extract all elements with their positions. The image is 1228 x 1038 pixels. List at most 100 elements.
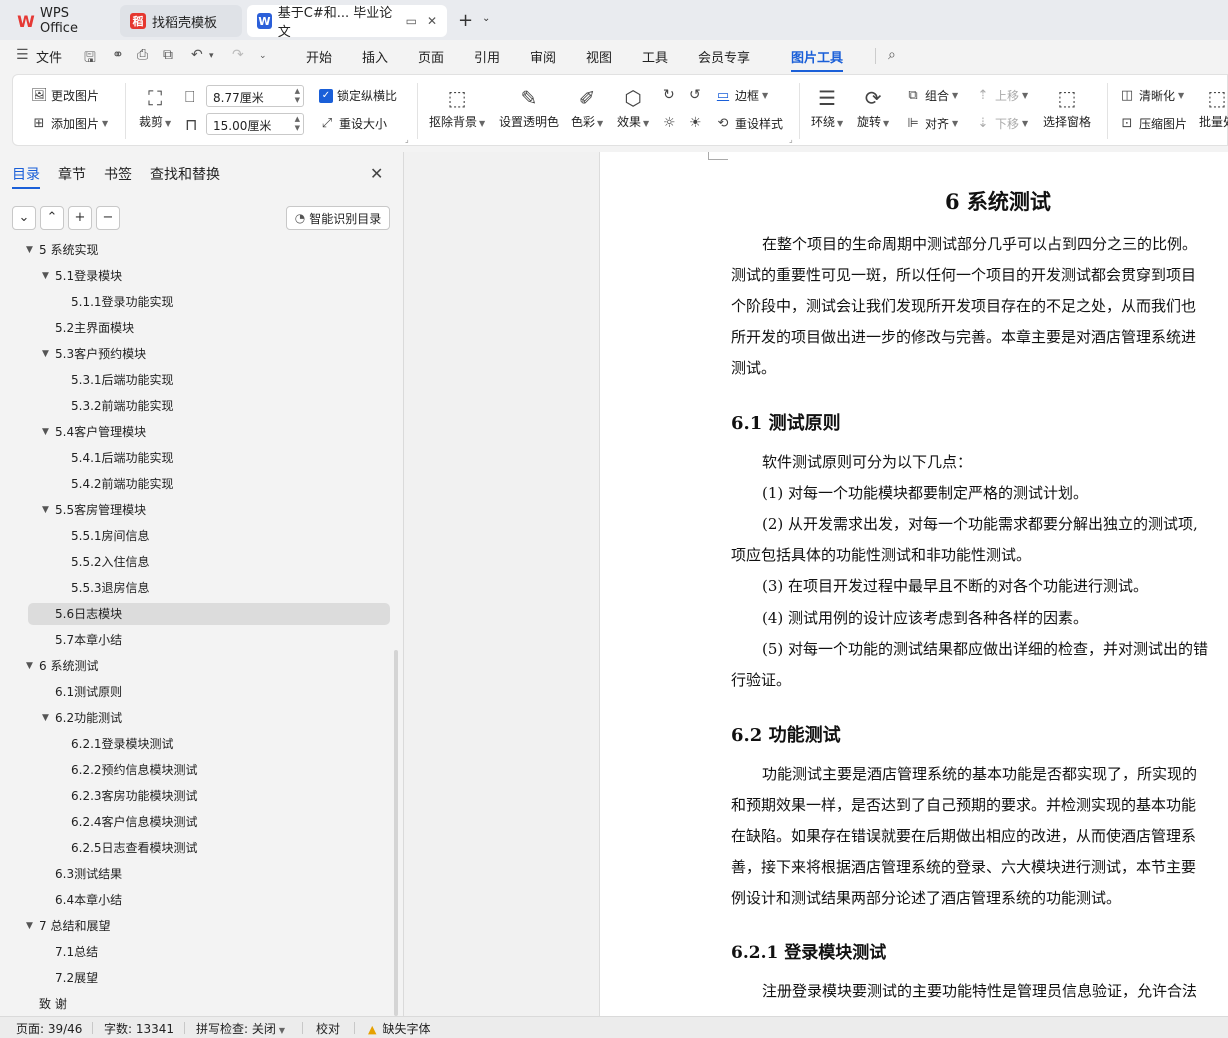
effects-button[interactable]: ⬡ 效果 ▼ bbox=[617, 83, 649, 130]
toc-item[interactable]: 5.3.2前端功能实现 bbox=[71, 395, 174, 417]
toc-item[interactable]: 6.2功能测试 bbox=[55, 707, 122, 729]
tab-sections[interactable]: 章节 bbox=[58, 164, 86, 184]
toc-item[interactable]: 6.2.4客户信息模块测试 bbox=[71, 811, 198, 833]
toc-item[interactable]: 6.2.3客房功能模块测试 bbox=[71, 785, 198, 807]
expand-down-button[interactable]: ⌄ bbox=[12, 206, 36, 230]
menu-member[interactable]: 会员专享 bbox=[698, 47, 750, 66]
crop-button[interactable]: ⛶ 裁剪 ▼ bbox=[139, 83, 171, 130]
remove-heading-button[interactable]: − bbox=[96, 206, 120, 230]
toc-item[interactable]: 5.1登录模块 bbox=[55, 265, 122, 287]
batch-process-button[interactable]: ⬚ 批量处 bbox=[1199, 83, 1228, 130]
toc-expand-toggle-icon[interactable]: ▼ bbox=[26, 242, 33, 261]
new-tab-menu-icon[interactable]: ⌄ bbox=[482, 13, 490, 24]
undo-dropdown-icon[interactable]: ▾ bbox=[209, 51, 214, 61]
reset-size-button[interactable]: ⤢ 重设大小 bbox=[319, 115, 387, 132]
toc-scrollbar[interactable] bbox=[394, 650, 398, 1016]
save-icon[interactable]: 🖫 bbox=[84, 47, 96, 71]
dialog-launcher-icon[interactable]: ⌟ bbox=[405, 135, 409, 144]
toc-item[interactable]: 5.2主界面模块 bbox=[55, 317, 134, 339]
toc-item[interactable]: 7.1总结 bbox=[55, 941, 98, 963]
group-button[interactable]: ⧉ 组合 ▼ bbox=[905, 87, 958, 104]
toc-item[interactable]: 6.1测试原则 bbox=[55, 681, 122, 703]
new-tab-button[interactable]: + bbox=[458, 10, 473, 31]
close-tab-icon[interactable]: ✕ bbox=[427, 14, 437, 28]
collapse-up-button[interactable]: ⌃ bbox=[40, 206, 64, 230]
toc-expand-toggle-icon[interactable]: ▼ bbox=[42, 265, 49, 287]
brightness-up-icon[interactable]: ☼ bbox=[663, 115, 676, 131]
color-button[interactable]: ✐ 色彩 ▼ bbox=[571, 83, 603, 130]
set-transparent-button[interactable]: ✎ 设置透明色 bbox=[499, 83, 559, 130]
menu-picture-tools[interactable]: 图片工具 bbox=[791, 47, 844, 72]
move-up-button[interactable]: ⇡ 上移 ▼ bbox=[975, 87, 1029, 104]
height-input[interactable]: 15.00厘米 ▲ ▼ bbox=[206, 113, 304, 135]
page-count[interactable]: 页面: 39/46 bbox=[16, 1020, 82, 1037]
more-quick-access-icon[interactable]: ⌄ bbox=[259, 51, 267, 61]
proofread-button[interactable]: 校对 bbox=[316, 1020, 340, 1037]
redo-icon[interactable]: ↷ bbox=[232, 47, 244, 63]
toc-expand-toggle-icon[interactable]: ▼ bbox=[26, 655, 33, 677]
search-icon[interactable]: ⌕ bbox=[888, 47, 896, 63]
spin-arrows-icon[interactable]: ▲ ▼ bbox=[295, 115, 300, 133]
toc-expand-toggle-icon[interactable]: ▼ bbox=[42, 499, 49, 521]
toc-item[interactable]: 5.3.1后端功能实现 bbox=[71, 369, 174, 391]
tab-find-replace[interactable]: 查找和替换 bbox=[150, 164, 220, 184]
tab-wps-office[interactable]: W WPS Office bbox=[8, 5, 114, 37]
close-icon[interactable]: ✕ bbox=[370, 164, 383, 183]
add-image-button[interactable]: ⊞ 添加图片 ▼ bbox=[31, 115, 109, 132]
menu-insert[interactable]: 插入 bbox=[362, 47, 388, 66]
window-mode-icon[interactable]: ▭ bbox=[406, 14, 417, 28]
menu-start[interactable]: 开始 bbox=[306, 47, 332, 66]
tab-template[interactable]: 稻 找稻壳模板 bbox=[120, 5, 242, 37]
toc-item[interactable]: 5.3客户预约模块 bbox=[55, 343, 146, 365]
hamburger-menu-icon[interactable]: ☰ bbox=[16, 47, 29, 63]
smart-toc-button[interactable]: ◔ 智能识别目录 bbox=[286, 206, 390, 230]
toc-item[interactable]: 7.2展望 bbox=[55, 967, 98, 989]
tab-toc[interactable]: 目录 bbox=[12, 164, 40, 189]
add-heading-button[interactable]: + bbox=[68, 206, 92, 230]
toc-expand-toggle-icon[interactable]: ▼ bbox=[42, 421, 49, 443]
brightness-down-icon[interactable]: ☀ bbox=[689, 115, 702, 131]
rotate-ccw-icon[interactable]: ↺ bbox=[689, 87, 701, 103]
spin-arrows-icon[interactable]: ▲ ▼ bbox=[295, 87, 300, 105]
toc-item[interactable]: 5.4.2前端功能实现 bbox=[71, 473, 174, 495]
toc-item[interactable]: 5.5.2入住信息 bbox=[71, 551, 150, 573]
toc-expand-toggle-icon[interactable]: ▼ bbox=[42, 707, 49, 729]
remove-background-button[interactable]: ⬚ 抠除背景 ▼ bbox=[429, 83, 485, 130]
toc-expand-toggle-icon[interactable]: ▼ bbox=[42, 343, 49, 365]
move-down-button[interactable]: ⇣ 下移 ▼ bbox=[975, 115, 1029, 132]
toc-item[interactable]: 致 谢 bbox=[39, 993, 67, 1015]
lock-aspect-checkbox[interactable]: ✓ 锁定纵横比 bbox=[319, 87, 397, 104]
compress-image-button[interactable]: ⊡ 压缩图片 bbox=[1119, 115, 1187, 132]
print-preview-icon[interactable]: ⧉ bbox=[163, 47, 173, 63]
menu-view[interactable]: 视图 bbox=[586, 47, 612, 66]
selection-pane-button[interactable]: ⬚ 选择窗格 bbox=[1043, 83, 1091, 130]
reset-style-button[interactable]: ⟲ 重设样式 bbox=[715, 115, 783, 132]
toc-item[interactable]: 5.4客户管理模块 bbox=[55, 421, 146, 443]
missing-font-button[interactable]: ▲ 缺失字体 bbox=[368, 1020, 430, 1037]
toc-item[interactable]: 7 总结和展望 bbox=[39, 915, 110, 937]
toc-item[interactable]: 6 系统测试 bbox=[39, 655, 98, 677]
rotate-cw-icon[interactable]: ↻ bbox=[663, 87, 675, 103]
border-button[interactable]: ▭ 边框 ▼ bbox=[715, 87, 768, 104]
menu-reference[interactable]: 引用 bbox=[474, 47, 500, 66]
toc-item[interactable]: 5.4.1后端功能实现 bbox=[71, 447, 174, 469]
rotate-button[interactable]: ⟳ 旋转 ▼ bbox=[857, 83, 889, 130]
toc-item[interactable]: 5.6日志模块 bbox=[55, 603, 122, 625]
toc-item[interactable]: 6.3测试结果 bbox=[55, 863, 122, 885]
menu-review[interactable]: 审阅 bbox=[530, 47, 556, 66]
width-input[interactable]: 8.77厘米 ▲ ▼ bbox=[206, 85, 304, 107]
toc-item[interactable]: 5 系统实现 bbox=[39, 242, 98, 261]
share-icon[interactable]: ⚭ bbox=[112, 47, 124, 63]
toc-expand-toggle-icon[interactable]: ▼ bbox=[26, 915, 33, 937]
undo-icon[interactable]: ↶ bbox=[191, 47, 203, 63]
print-icon[interactable]: ⎙ bbox=[137, 47, 148, 63]
sharpen-button[interactable]: ◫ 清晰化 ▼ bbox=[1119, 87, 1184, 104]
tab-document[interactable]: W 基于C#和... 毕业论文 ▭ ✕ bbox=[247, 5, 447, 40]
menu-page[interactable]: 页面 bbox=[418, 47, 444, 66]
toc-item[interactable]: 5.1.1登录功能实现 bbox=[71, 291, 174, 313]
menu-tools[interactable]: 工具 bbox=[642, 47, 668, 66]
menu-file[interactable]: 文件 bbox=[36, 47, 62, 66]
toc-item[interactable]: 6.2.5日志查看模块测试 bbox=[71, 837, 198, 859]
toc-item[interactable]: 6.2.1登录模块测试 bbox=[71, 733, 174, 755]
toc-item[interactable]: 6.2.2预约信息模块测试 bbox=[71, 759, 198, 781]
